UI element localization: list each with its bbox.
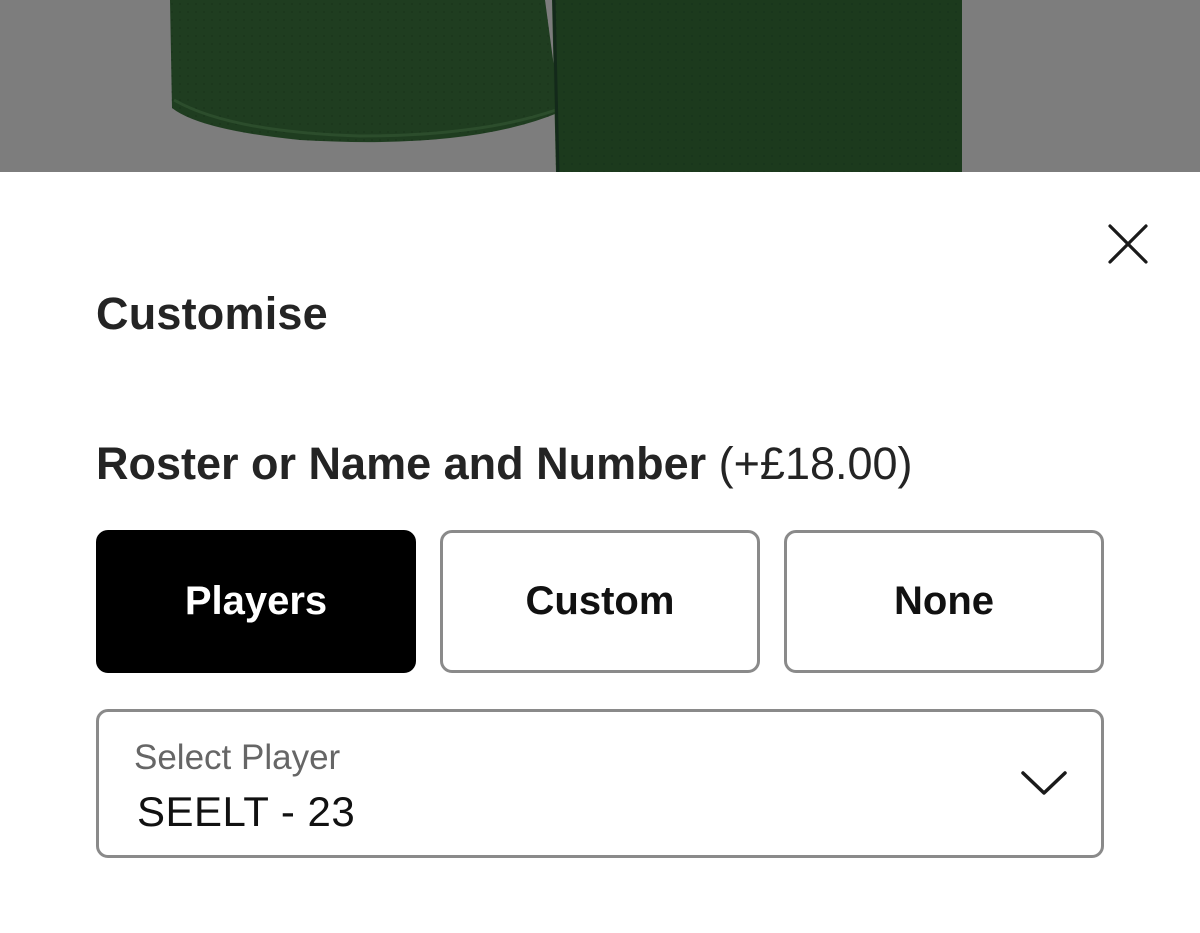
jersey-image (170, 0, 962, 172)
option-none-label: None (894, 579, 994, 623)
select-player-label: Select Player (134, 738, 341, 777)
select-player-value: SEELT - 23 (137, 788, 356, 835)
player-select-dropdown[interactable]: Select Player SEELT - 23 (96, 709, 1104, 858)
option-players-label: Players (184, 579, 328, 623)
option-none-button[interactable]: None (784, 530, 1104, 673)
close-icon (1108, 224, 1148, 264)
modal-title: Customise (96, 288, 328, 339)
option-players-button[interactable]: Players (96, 530, 416, 673)
option-custom-button[interactable]: Custom (440, 530, 760, 673)
roster-price: (+£18.00) (718, 438, 913, 489)
close-button[interactable] (1100, 216, 1156, 272)
roster-section-label: Roster or Name and Number (+£18.00) (96, 438, 913, 490)
option-custom-label: Custom (525, 579, 675, 623)
roster-label-text: Roster or Name and Number (96, 438, 707, 489)
product-image-backdrop (0, 0, 1200, 172)
chevron-down-icon (1021, 771, 1067, 795)
